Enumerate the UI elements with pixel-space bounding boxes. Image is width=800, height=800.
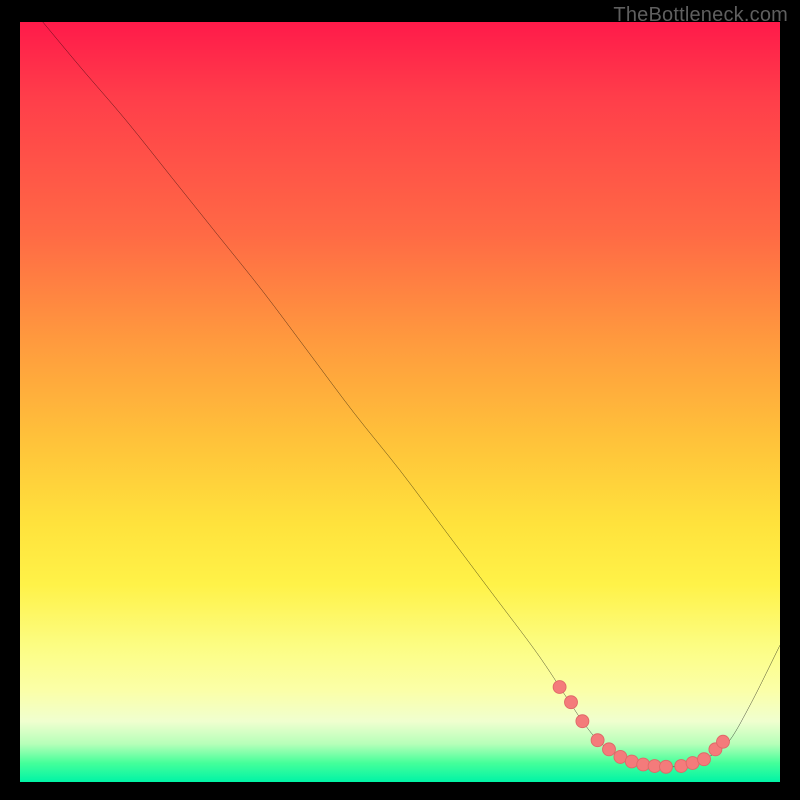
marker-group — [553, 681, 729, 774]
marker-dot — [603, 743, 616, 756]
marker-dot — [576, 715, 589, 728]
curve-svg — [20, 22, 780, 782]
marker-dot — [675, 760, 688, 773]
marker-dot — [625, 755, 638, 768]
marker-dot — [698, 753, 711, 766]
marker-dot — [565, 696, 578, 709]
bottleneck-curve — [43, 22, 780, 767]
chart-frame: TheBottleneck.com — [0, 0, 800, 800]
marker-dot — [660, 760, 673, 773]
marker-dot — [637, 758, 650, 771]
marker-dot — [591, 734, 604, 747]
plot-area — [20, 22, 780, 782]
marker-dot — [553, 681, 566, 694]
marker-dot — [648, 760, 661, 773]
watermark-text: TheBottleneck.com — [613, 4, 788, 27]
marker-dot — [717, 735, 730, 748]
